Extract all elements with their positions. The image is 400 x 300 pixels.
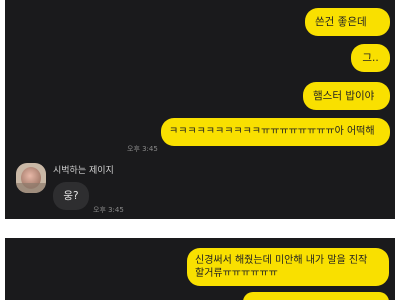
message-text: 그.. [362,52,379,64]
message-text: 쓴건 좋은데 [315,16,367,28]
chat-panel-1: 쓴건 좋은데 그.. 햄스터 밥이야 오후 3:45 ㅋㅋㅋㅋㅋㅋㅋㅋㅋㅋㅠㅠㅠ… [5,0,395,219]
message-text: 웅? [63,190,79,202]
message-timestamp: 오후 3:45 [127,145,158,153]
message-bubble-sent[interactable]: 햄스터 밥이야 [303,82,390,110]
sender-name: 시벅하는 제이지 [53,166,114,176]
message-bubble-received[interactable]: 웅? [53,182,89,210]
avatar[interactable] [16,163,46,193]
message-text-line: 할거류ㅠㅠㅠㅠㅠㅠ [195,268,278,279]
chat-panel-2: 신경써서 해줬는데 미안해 내가 말을 진작 할거류ㅠㅠㅠㅠㅠㅠ [5,238,395,300]
message-timestamp: 오후 3:45 [93,206,124,214]
message-bubble-sent[interactable]: 쓴건 좋은데 [305,8,390,36]
message-text: 햄스터 밥이야 [313,90,375,102]
message-text: ㅋㅋㅋㅋㅋㅋㅋㅋㅋㅋㅠㅠㅠㅠㅠㅠㅠㅠ아 어떡해 [169,126,375,137]
message-bubble-sent[interactable]: ㅋㅋㅋㅋㅋㅋㅋㅋㅋㅋㅠㅠㅠㅠㅠㅠㅠㅠ아 어떡해 [161,118,390,146]
message-bubble-sent-cropped[interactable] [243,292,389,300]
message-bubble-sent[interactable]: 그.. [351,44,390,72]
message-bubble-sent[interactable]: 신경써서 해줬는데 미안해 내가 말을 진작 할거류ㅠㅠㅠㅠㅠㅠ [187,248,389,286]
message-text-line: 신경써서 해줬는데 미안해 내가 말을 진작 [195,255,368,266]
